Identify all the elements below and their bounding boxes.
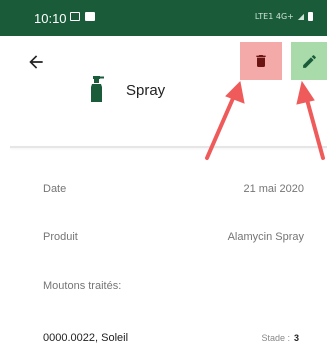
stade-label: Stade :	[261, 333, 290, 343]
date-value: 21 mai 2020	[243, 183, 304, 195]
product-label: Produit	[43, 231, 78, 243]
status-indicators: LTE1 4G+ ◢	[255, 12, 313, 21]
header: Spray	[0, 36, 327, 146]
treated-sheep-label: Moutons traités:	[43, 280, 122, 292]
delete-button[interactable]	[240, 42, 282, 80]
page-title: Spray	[126, 82, 166, 99]
back-arrow-icon[interactable]	[26, 52, 46, 72]
network-text: LTE1 4G+	[254, 12, 294, 21]
treated-sheep-row: Moutons traités:	[0, 280, 327, 300]
status-time: 10:10	[34, 11, 67, 26]
edit-button[interactable]	[291, 42, 327, 80]
sheep-id: 0000.0022, Soleil	[43, 332, 129, 344]
signal-icon: ◢	[297, 12, 304, 21]
stade: Stade :3	[261, 333, 299, 343]
product-value: Alamycin Spray	[227, 231, 304, 243]
header-divider	[10, 146, 327, 148]
battery-icon	[308, 12, 313, 21]
date-label: Date	[43, 183, 67, 195]
list-item[interactable]: 0000.0022, Soleil Stade :3	[0, 332, 327, 352]
spray-icon	[91, 76, 104, 102]
stade-value: 3	[293, 333, 299, 343]
trash-icon	[256, 55, 266, 67]
product-row: Produit Alamycin Spray	[0, 231, 327, 251]
date-row: Date 21 mai 2020	[0, 183, 327, 203]
pencil-icon	[302, 54, 316, 68]
checkbox-icon	[85, 12, 95, 21]
status-bar: 10:10 LTE1 4G+ ◢	[0, 0, 327, 36]
notification-icons	[70, 12, 95, 21]
image-icon	[70, 12, 80, 21]
